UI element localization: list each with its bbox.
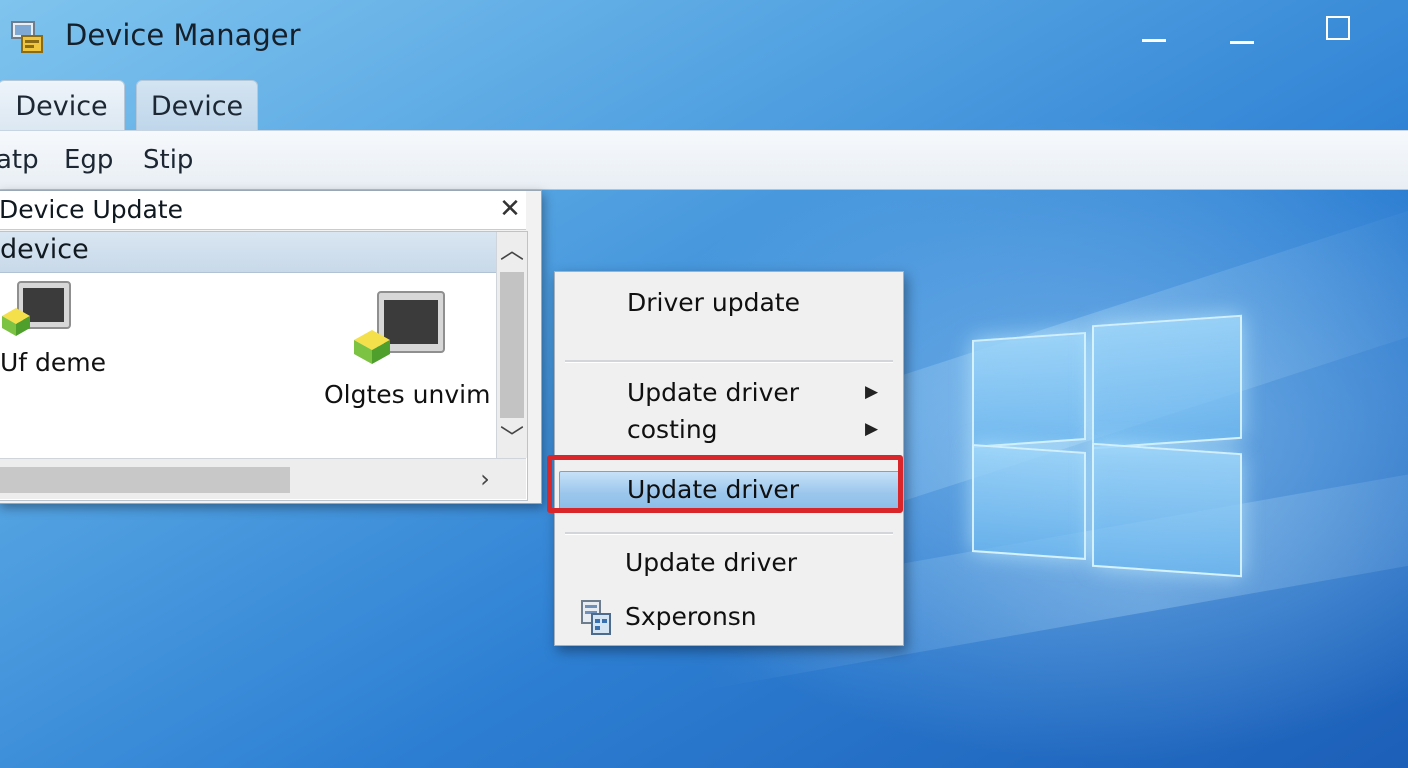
menu-item-label: Update driver: [625, 548, 798, 577]
context-menu-item-costing[interactable]: costing ▶: [555, 411, 903, 451]
list-header[interactable]: device: [0, 232, 496, 273]
title-bar: Device Manager: [0, 0, 1408, 78]
maximize-button[interactable]: [1318, 10, 1358, 50]
scrollbar-thumb[interactable]: [0, 467, 290, 493]
highlight-frame: [547, 455, 903, 513]
device-manager-icon: [10, 20, 46, 56]
menu-item-label: costing: [627, 415, 718, 444]
device-item[interactable]: Uf deme: [0, 278, 110, 388]
scroll-up-button[interactable]: ︿: [497, 232, 527, 268]
maximize-icon: [1326, 16, 1350, 40]
tab-device-1[interactable]: Device: [0, 80, 125, 131]
chevron-down-icon: ﹀: [500, 424, 524, 452]
device-label: Uf deme: [0, 348, 107, 377]
close-icon: ✕: [499, 194, 521, 224]
menu-item-egp[interactable]: Egp: [64, 145, 113, 175]
device-item[interactable]: Olgtes unvim: [320, 288, 490, 418]
window-title: Device Manager: [65, 18, 301, 52]
list-header-label: device: [0, 234, 89, 265]
chevron-right-icon: ›: [480, 465, 490, 493]
device-label: Olgtes unvim: [324, 380, 491, 409]
windows-logo: [970, 310, 1242, 582]
device-manager-icon: [579, 598, 613, 640]
context-menu-item-update-driver[interactable]: Update driver ▶: [555, 374, 903, 414]
menu-bar: atp Egp Stip: [0, 130, 1408, 190]
submenu-arrow-icon: ▶: [865, 382, 879, 402]
chevron-up-icon: ︿: [500, 236, 524, 264]
dialog-title: Device Update: [0, 195, 183, 224]
horizontal-scrollbar[interactable]: ›: [0, 458, 526, 499]
close-button[interactable]: ✕: [495, 193, 525, 225]
menu-separator: [565, 532, 893, 535]
device-list: device Uf deme Olgtes unvim ︿ ﹀ ›: [0, 231, 528, 501]
tab-device-2[interactable]: Device: [136, 80, 258, 131]
scroll-down-button[interactable]: ﹀: [497, 420, 527, 456]
menu-item-atp[interactable]: atp: [0, 145, 39, 175]
tab-label: Device: [150, 90, 244, 122]
network-adapter-icon: [0, 278, 72, 344]
menu-separator: [565, 360, 893, 363]
device-update-dialog: Device Update ✕ device Uf deme Olgtes un…: [0, 190, 542, 504]
restore-button[interactable]: [1222, 12, 1262, 52]
context-menu-item-driver-update[interactable]: Driver update: [555, 284, 903, 324]
menu-item-stip[interactable]: Stip: [143, 145, 193, 175]
context-menu-item-sxperonsn[interactable]: Sxperonsn: [555, 598, 903, 638]
minimize-icon: [1142, 39, 1166, 42]
minimize-button[interactable]: [1134, 10, 1174, 50]
menu-item-label: Sxperonsn: [625, 602, 757, 631]
tab-label: Device: [15, 90, 108, 122]
menu-item-label: Update driver: [627, 378, 800, 407]
context-menu-item-update-driver-2[interactable]: Update driver: [555, 544, 903, 584]
submenu-arrow-icon: ▶: [865, 419, 879, 439]
scroll-right-button[interactable]: ›: [470, 461, 500, 497]
network-adapter-icon: [352, 288, 448, 370]
menu-item-label: Driver update: [627, 288, 800, 317]
minimize-icon: [1230, 41, 1254, 44]
dialog-title-bar: Device Update ✕: [0, 191, 526, 230]
vertical-scrollbar[interactable]: ︿ ﹀: [496, 232, 527, 458]
scrollbar-thumb[interactable]: [500, 272, 524, 418]
